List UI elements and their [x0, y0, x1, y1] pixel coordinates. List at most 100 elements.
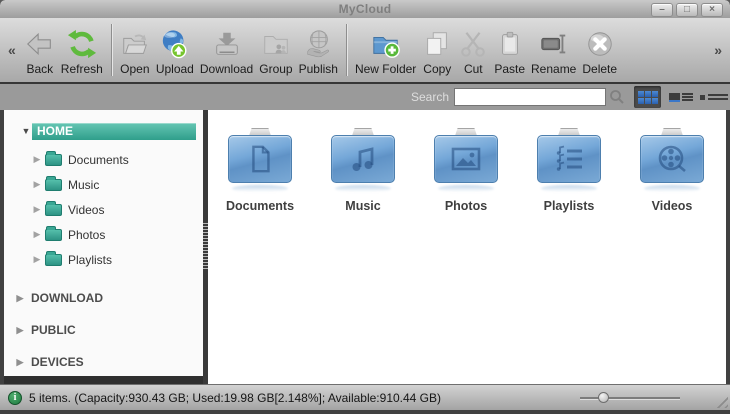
- folder-icon: [45, 154, 62, 166]
- window-title: MyCloud: [339, 2, 392, 16]
- chevron-right-icon[interactable]: ▶: [31, 254, 43, 265]
- folder-documents[interactable]: Documents: [222, 128, 298, 213]
- status-bar: i 5 items. (Capacity:930.43 GB; Used:19.…: [0, 384, 730, 410]
- folder-tree: ▼ HOME ▶ Documents ▶ Music ▶ Videos: [4, 110, 203, 376]
- sidebar-item-documents[interactable]: ▶ Documents: [4, 147, 203, 172]
- folder-music[interactable]: Music: [325, 128, 401, 213]
- sidebar-item-photos[interactable]: ▶ Photos: [4, 222, 203, 247]
- info-icon: i: [8, 391, 22, 405]
- new-folder-icon: [371, 29, 401, 59]
- maximize-button[interactable]: □: [676, 3, 698, 17]
- chevron-right-icon[interactable]: ▶: [31, 154, 43, 165]
- folder-label: Videos: [652, 199, 693, 213]
- folder-icon: [45, 179, 62, 191]
- sidebar-item-devices[interactable]: ▶ DEVICES: [4, 346, 203, 376]
- playlists-folder-icon: [537, 128, 601, 190]
- folder-grid: Documents Music: [208, 110, 730, 384]
- search-input[interactable]: [454, 88, 606, 106]
- toolbar-collapse-left-icon[interactable]: «: [4, 42, 20, 58]
- mycloud-window: MyCloud – □ × « Back: [0, 0, 730, 414]
- status-text: 5 items. (Capacity:930.43 GB; Used:19.98…: [29, 391, 580, 405]
- detail-view-icon: [700, 92, 728, 102]
- group-folder-icon: [261, 29, 291, 59]
- sidebar-item-label: PUBLIC: [31, 323, 76, 337]
- videos-folder-icon: [640, 128, 704, 190]
- rename-button[interactable]: Rename: [528, 27, 579, 78]
- folder-icon: [45, 204, 62, 216]
- refresh-button[interactable]: Refresh: [58, 27, 106, 78]
- chevron-right-icon[interactable]: ▶: [31, 204, 43, 215]
- splitter-grip-icon: [203, 223, 208, 271]
- zoom-slider-knob[interactable]: [598, 392, 609, 403]
- sidebar-item-playlists[interactable]: ▶ Playlists: [4, 247, 203, 272]
- window-controls: – □ ×: [651, 3, 723, 17]
- sidebar-item-label: Photos: [68, 228, 105, 242]
- search-bar: Search: [0, 84, 730, 110]
- sidebar-item-download[interactable]: ▶ DOWNLOAD: [4, 282, 203, 314]
- toolbar-separator: [346, 24, 347, 76]
- download-button[interactable]: Download: [197, 27, 256, 78]
- toolbar-group-nav: Back Refresh: [20, 18, 108, 82]
- rename-icon: [539, 29, 569, 59]
- music-folder-icon: [331, 128, 395, 190]
- documents-folder-icon: [228, 128, 292, 190]
- folder-label: Photos: [445, 199, 487, 213]
- folder-photos[interactable]: Photos: [428, 128, 504, 213]
- grid-view-icon: [638, 91, 658, 104]
- detail-view-button[interactable]: [700, 86, 727, 108]
- main-area: ▼ HOME ▶ Documents ▶ Music ▶ Videos: [0, 110, 730, 384]
- resize-grip-icon[interactable]: [714, 394, 728, 408]
- sidebar-item-home[interactable]: ▼ HOME: [4, 122, 203, 140]
- publish-globe-icon: [303, 29, 333, 59]
- sidebar-item-public[interactable]: ▶ PUBLIC: [4, 314, 203, 346]
- chevron-right-icon[interactable]: ▶: [14, 293, 26, 304]
- open-button[interactable]: Open: [117, 27, 153, 78]
- sidebar-horizontal-scrollbar[interactable]: [4, 376, 203, 384]
- back-button[interactable]: Back: [22, 27, 58, 78]
- title-bar[interactable]: MyCloud – □ ×: [0, 0, 730, 18]
- toolbar-separator: [111, 24, 112, 76]
- paste-button[interactable]: Paste: [491, 27, 528, 78]
- close-button[interactable]: ×: [701, 3, 723, 17]
- folder-playlists[interactable]: Playlists: [531, 128, 607, 213]
- sidebar-item-music[interactable]: ▶ Music: [4, 172, 203, 197]
- sidebar-item-label: DOWNLOAD: [31, 291, 103, 305]
- sidebar-item-videos[interactable]: ▶ Videos: [4, 197, 203, 222]
- minimize-button[interactable]: –: [651, 3, 673, 17]
- list-view-icon: [669, 92, 693, 102]
- delete-button[interactable]: Delete: [579, 27, 620, 78]
- chevron-right-icon[interactable]: ▶: [31, 229, 43, 240]
- group-button[interactable]: Group: [256, 27, 295, 78]
- file-view[interactable]: Documents Music: [208, 110, 726, 384]
- back-icon: [25, 29, 55, 59]
- toolbar-collapse-right-icon[interactable]: »: [710, 42, 726, 58]
- folder-icon: [45, 254, 62, 266]
- download-icon: [212, 29, 242, 59]
- grid-view-button[interactable]: [634, 86, 661, 108]
- upload-button[interactable]: Upload: [153, 27, 197, 78]
- folder-label: Playlists: [544, 199, 595, 213]
- publish-button[interactable]: Publish: [296, 27, 341, 78]
- sidebar-splitter[interactable]: [203, 110, 208, 384]
- copy-icon: [422, 29, 452, 59]
- folder-icon: [45, 229, 62, 241]
- list-view-button[interactable]: [667, 86, 694, 108]
- search-icon[interactable]: [606, 87, 628, 107]
- open-folder-icon: [120, 29, 150, 59]
- delete-icon: [585, 29, 615, 59]
- chevron-right-icon[interactable]: ▶: [14, 325, 26, 336]
- cut-button[interactable]: Cut: [455, 27, 491, 78]
- toolbar: « Back Refresh: [0, 18, 730, 82]
- chevron-right-icon[interactable]: ▶: [31, 179, 43, 190]
- toolbar-group-edit: New Folder Copy: [350, 18, 622, 82]
- zoom-slider[interactable]: [580, 392, 680, 404]
- folder-videos[interactable]: Videos: [634, 128, 710, 213]
- sidebar-item-label: DEVICES: [31, 355, 84, 369]
- sidebar-item-label: Documents: [68, 153, 129, 167]
- zoom-slider-track: [580, 397, 680, 399]
- copy-button[interactable]: Copy: [419, 27, 455, 78]
- folder-label: Music: [345, 199, 380, 213]
- chevron-down-icon[interactable]: ▼: [20, 126, 32, 136]
- chevron-right-icon[interactable]: ▶: [14, 357, 26, 368]
- new-folder-button[interactable]: New Folder: [352, 27, 419, 78]
